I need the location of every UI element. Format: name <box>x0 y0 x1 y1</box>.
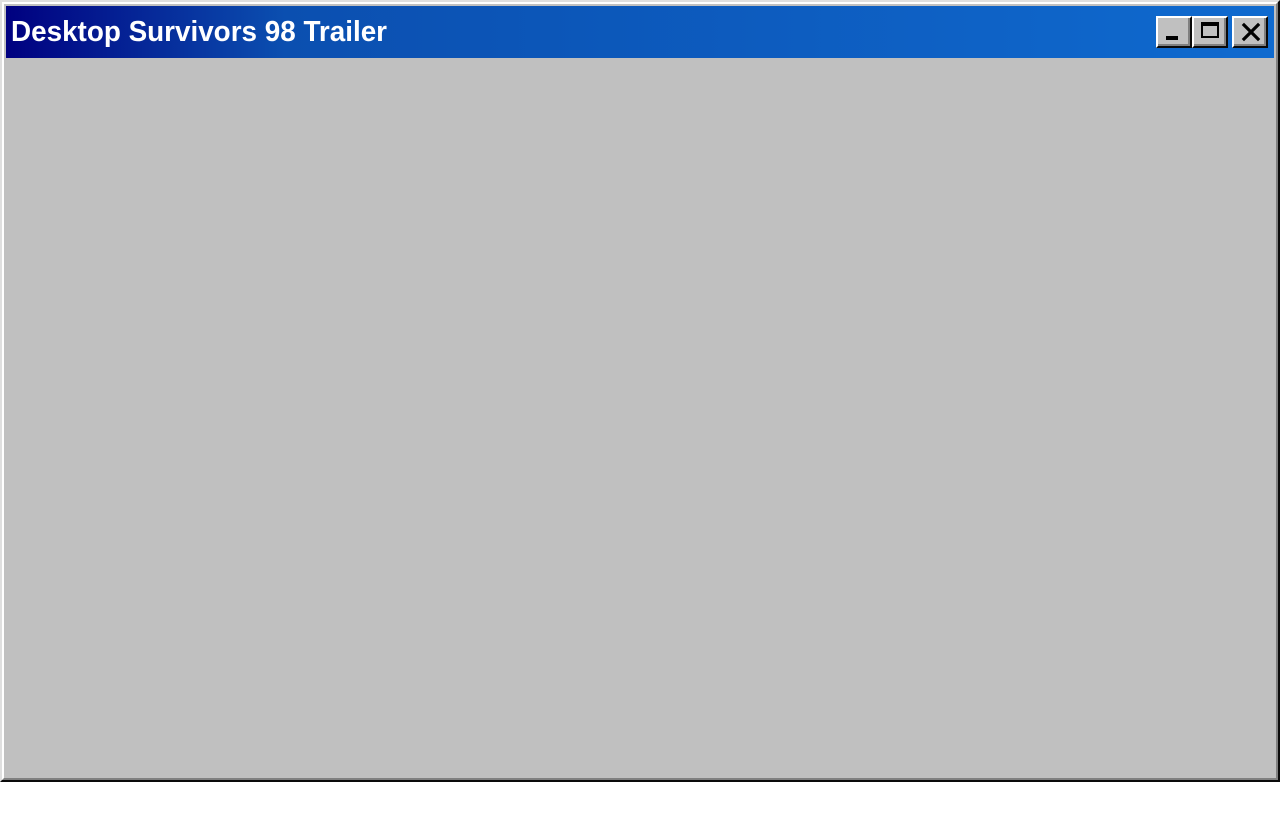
maximize-icon <box>1201 22 1219 38</box>
maximize-button[interactable] <box>1192 16 1228 48</box>
app-window: Desktop Survivors 98 Trailer <box>0 0 1280 782</box>
window-title: Desktop Survivors 98 Trailer <box>11 16 388 48</box>
minimize-icon <box>1166 36 1178 40</box>
window-client-area <box>6 58 1274 776</box>
close-button[interactable] <box>1232 16 1268 48</box>
close-icon <box>1241 22 1261 42</box>
window-controls <box>1156 16 1268 50</box>
title-bar[interactable]: Desktop Survivors 98 Trailer <box>6 6 1274 58</box>
minimize-button[interactable] <box>1156 16 1192 48</box>
